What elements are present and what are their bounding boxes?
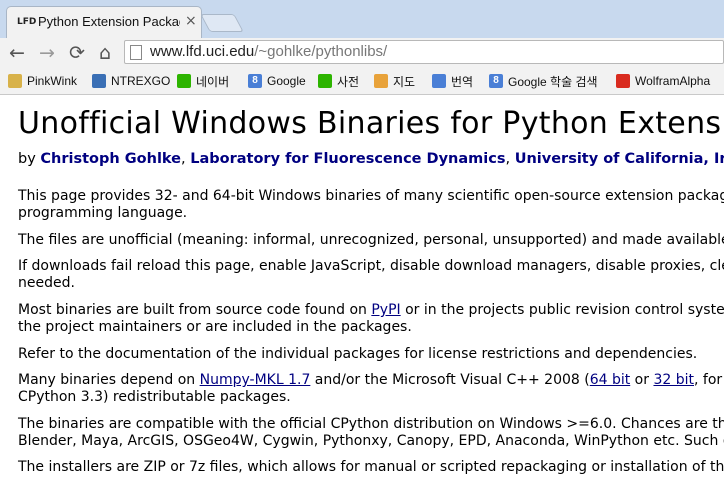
bookmark-naver[interactable]: 네이버	[177, 71, 229, 91]
page-title: Unofficial Windows Binaries for Python E…	[18, 106, 724, 141]
source-paragraph-line1: Most binaries are built from source code…	[18, 302, 724, 319]
vc-64bit-link[interactable]: 64 bit	[590, 372, 631, 388]
bookmark-map[interactable]: 지도	[374, 71, 415, 91]
url-host: www.lfd.uci.edu	[150, 43, 255, 60]
home-icon[interactable]: ⌂	[93, 41, 117, 65]
byline: by Christoph Gohlke, Laboratory for Fluo…	[18, 151, 724, 167]
bookmark-label: Google	[267, 74, 306, 88]
bookmark-translate[interactable]: 번역	[432, 71, 473, 91]
byline-prefix: by	[18, 151, 41, 167]
bookmark-label: NTREXGO	[111, 74, 171, 88]
text-run: or in the projects public revision contr…	[405, 302, 724, 318]
bookmark-label: Google 학술 검색	[508, 74, 598, 89]
bookmark-dictionary[interactable]: 사전	[318, 71, 359, 91]
separator: ,	[181, 151, 191, 167]
bookmark-google[interactable]: 8 Google	[248, 71, 306, 91]
page-icon	[130, 45, 142, 60]
bookmark-pinkwink[interactable]: PinkWink	[8, 71, 77, 91]
lab-link[interactable]: Laboratory for Fluorescence Dynamics	[190, 151, 505, 167]
wolfram-icon	[616, 74, 630, 88]
unofficial-paragraph: The files are unofficial (meaning: infor…	[18, 232, 724, 248]
map-icon	[374, 74, 388, 88]
url-text: www.lfd.uci.edu/~gohlke/pythonlibs/	[150, 43, 387, 60]
forward-arrow-icon[interactable]: →	[35, 41, 59, 65]
google-icon: 8	[248, 74, 262, 88]
bookmark-label: 지도	[393, 74, 416, 89]
bookmark-label: 네이버	[196, 74, 230, 89]
source-paragraph-line2: the project maintainers or are included …	[18, 319, 412, 335]
numpy-mkl-link[interactable]: Numpy-MKL 1.7	[200, 372, 311, 388]
pypi-link[interactable]: PyPI	[371, 302, 400, 318]
author-link[interactable]: Christoph Gohlke	[40, 151, 181, 167]
text-run: Many binaries depend on	[18, 372, 200, 388]
text-run: or	[630, 372, 654, 388]
folder-icon	[8, 74, 22, 88]
text-run: , for CPython 2.6 to 3.2) or Visual C++ …	[694, 372, 724, 388]
intro-paragraph-line1: This page provides 32- and 64-bit Window…	[18, 188, 724, 204]
dependencies-paragraph-line2: CPython 3.3) redistributable packages.	[18, 389, 291, 405]
bookmark-label: 번역	[451, 74, 474, 89]
installers-paragraph: The installers are ZIP or 7z files, whic…	[18, 459, 724, 475]
lfd-favicon-icon: LFD	[17, 17, 37, 27]
ntrexgo-icon	[92, 74, 106, 88]
bookmark-label: WolframAlpha	[635, 74, 711, 88]
license-paragraph: Refer to the documentation of the indivi…	[18, 346, 698, 362]
google-scholar-icon: 8	[489, 74, 503, 88]
tab-title: Python Extension Package	[38, 14, 180, 29]
bookmark-label: 사전	[337, 74, 360, 89]
bookmark-google-scholar[interactable]: 8 Google 학술 검색	[489, 71, 598, 91]
compatibility-paragraph-line1: The binaries are compatible with the off…	[18, 416, 724, 432]
new-tab-button[interactable]	[200, 14, 244, 32]
compatibility-paragraph-line2: Blender, Maya, ArcGIS, OSGeo4W, Cygwin, …	[18, 433, 724, 449]
reload-icon[interactable]: ⟳	[65, 41, 89, 65]
bookmark-wolframalpha[interactable]: WolframAlpha	[616, 71, 710, 91]
tab-strip: LFD Python Extension Package ×	[0, 0, 724, 38]
naver-icon	[177, 74, 191, 88]
text-run: and/or the Microsoft Visual C++ 2008 (	[310, 372, 590, 388]
dependencies-paragraph-line1: Many binaries depend on Numpy-MKL 1.7 an…	[18, 372, 724, 389]
back-arrow-icon[interactable]: ←	[5, 41, 29, 65]
separator: ,	[505, 151, 515, 167]
bookmark-label: PinkWink	[27, 74, 78, 88]
vc-32bit-link[interactable]: 32 bit	[653, 372, 694, 388]
dictionary-icon	[318, 74, 332, 88]
downloads-paragraph-line1: If downloads fail reload this page, enab…	[18, 258, 724, 274]
browser-toolbar: ← → ⟳ ⌂ www.lfd.uci.edu/~gohlke/pythonli…	[0, 38, 724, 68]
address-bar[interactable]: www.lfd.uci.edu/~gohlke/pythonlibs/	[124, 40, 724, 64]
downloads-paragraph-line2: needed.	[18, 275, 75, 291]
browser-tab[interactable]: LFD Python Extension Package ×	[6, 6, 202, 38]
bookmark-ntrexgo[interactable]: NTREXGO	[92, 71, 170, 91]
text-run: Most binaries are built from source code…	[18, 302, 372, 318]
close-tab-icon[interactable]: ×	[185, 13, 197, 29]
translate-icon	[432, 74, 446, 88]
bookmarks-bar: PinkWink NTREXGO 네이버 8 Google 사전 지도 번역 8G…	[0, 68, 724, 95]
university-link[interactable]: University of California, Irvine	[515, 151, 724, 167]
url-path: /~gohlke/pythonlibs/	[254, 43, 388, 60]
intro-paragraph-line2: programming language.	[18, 205, 188, 221]
page-content: Unofficial Windows Binaries for Python E…	[0, 95, 724, 479]
